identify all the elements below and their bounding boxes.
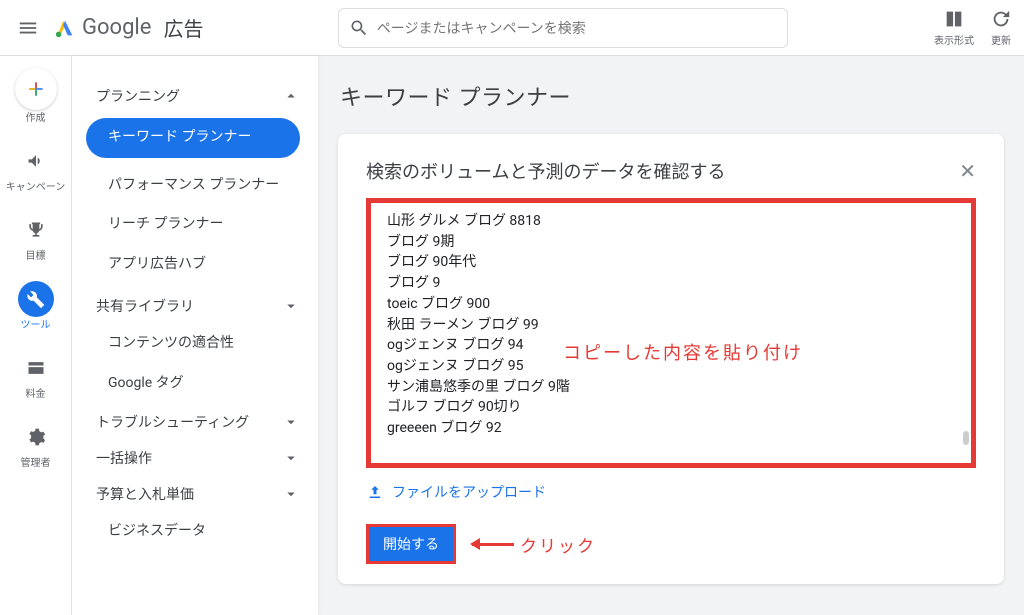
layout-icon [943,8,965,30]
search-icon [349,18,369,38]
rail-admin[interactable]: 管理者 [6,419,66,470]
keyword-line: toeic ブログ 900 [387,294,955,315]
keyword-line: 秋田 ラーメン ブログ 99 [387,315,955,336]
layout-button[interactable]: 表示形式 [934,8,974,47]
logo[interactable]: Google 広告 [54,13,203,42]
rail-create[interactable]: 作成 [6,68,66,125]
keyword-textarea[interactable]: 山形 グルメ ブログ 8818ブログ 9期ブログ 90年代ブログ 9toeic … [366,198,976,468]
wrench-icon [18,281,54,317]
logo-product: 広告 [163,13,203,42]
upload-file[interactable]: ファイルをアップロード [366,482,976,502]
keyword-line: ゴルフ ブログ 90切り [387,397,955,418]
search-input[interactable] [377,20,777,36]
rail-goal[interactable]: 目標 [6,212,66,263]
upload-icon [366,483,384,501]
keyword-line: 山形 グルメ ブログ 8818 [387,211,955,232]
gear-icon [18,419,54,455]
side-content-suitability[interactable]: コンテンツの適合性 [72,324,318,364]
chevron-down-icon [282,485,300,503]
side-app-hub[interactable]: アプリ広告ハブ [72,245,318,285]
search-box[interactable] [338,8,788,48]
start-button[interactable]: 開始する [366,524,456,564]
logo-brand: Google [82,15,151,40]
chevron-down-icon [282,413,300,431]
rail-campaign[interactable]: キャンペーン [6,143,66,194]
trophy-icon [18,212,54,248]
chevron-up-icon [282,87,300,105]
keyword-line: ブログ 9 [387,273,955,294]
side-budgets[interactable]: 予算と入札単価 [72,476,318,512]
rail-billing[interactable]: 料金 [6,350,66,401]
side-shared-lib[interactable]: 共有ライブラリ [72,288,318,324]
chevron-down-icon [282,297,300,315]
side-bulk[interactable]: 一括操作 [72,440,318,476]
refresh-icon [990,8,1012,30]
ads-logo-icon [54,17,76,39]
refresh-button[interactable]: 更新 [990,8,1012,47]
keyword-line: ブログ 9期 [387,232,955,253]
annotation-click-arrow: クリック [472,532,596,557]
chevron-down-icon [282,449,300,467]
rail-tools[interactable]: ツール [6,281,66,332]
side-google-tag[interactable]: Google タグ [72,364,318,404]
side-troubleshoot[interactable]: トラブルシューティング [72,404,318,440]
side-biz-data[interactable]: ビジネスデータ [72,512,318,552]
plus-icon [15,68,57,110]
close-icon[interactable]: ✕ [959,159,976,183]
card-title: 検索のボリュームと予測のデータを確認する [366,158,725,184]
keyword-line: サン浦島悠季の里 ブログ 9階 [387,377,955,398]
keyword-line: ブログ 90年代 [387,252,955,273]
page-title: キーワード プランナー [340,80,1004,112]
annotation-paste: コピーした内容を貼り付け [563,339,803,365]
side-keyword-planner[interactable]: キーワード プランナー [86,118,300,158]
megaphone-icon [18,143,54,179]
side-planning[interactable]: プランニング [72,78,318,114]
scrollbar-thumb[interactable] [963,431,969,445]
side-performance-planner[interactable]: パフォーマンス プランナー [72,166,318,206]
side-reach-planner[interactable]: リーチ プランナー [72,205,318,245]
keyword-line: greeeen ブログ 92 [387,418,955,439]
card-icon [18,350,54,386]
menu-icon[interactable] [12,12,44,44]
